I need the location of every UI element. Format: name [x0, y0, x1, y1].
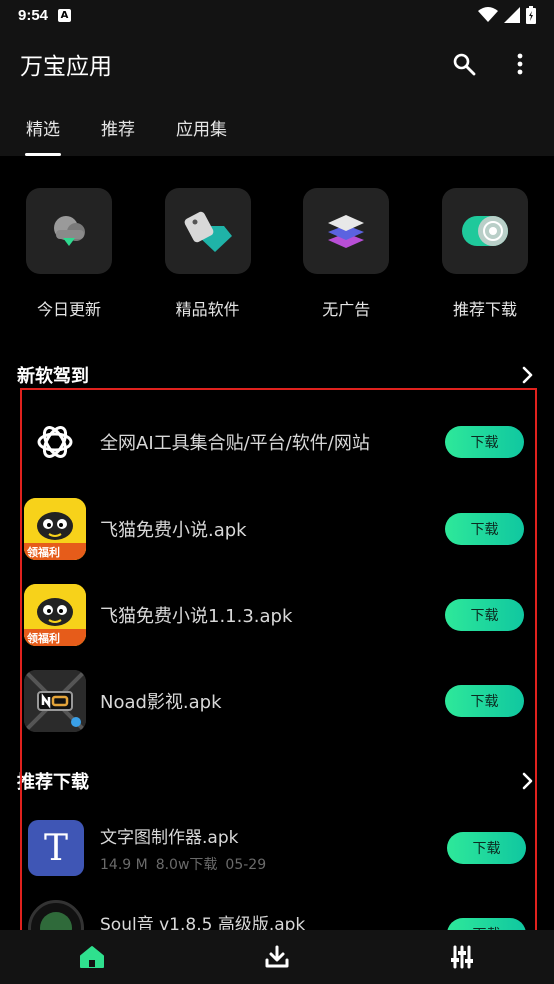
app-name: 飞猫免费小说1.1.3.apk [100, 606, 293, 627]
nav-downloads-button[interactable] [263, 943, 291, 971]
openai-logo-icon [37, 426, 73, 458]
app-name: 飞猫免费小说.apk [100, 520, 247, 541]
category-tile [164, 188, 251, 274]
layers-icon [328, 215, 365, 248]
text-logo-icon: T [43, 827, 68, 869]
app-icon: 领福利 [24, 498, 86, 560]
section-title: 推荐下载 [17, 772, 89, 793]
bottom-navigation [0, 930, 554, 984]
category-tile [441, 188, 528, 274]
app-size: 14.9 M [100, 856, 148, 873]
download-tray-icon [265, 945, 289, 968]
nav-manage-button[interactable] [448, 943, 476, 971]
list-item[interactable]: Soul音 v1.8.5 高级版.apk 下载 [28, 900, 526, 930]
app-downloads: 8.0w下载 [155, 856, 218, 873]
cloud-download-icon [54, 216, 85, 246]
download-button[interactable]: 下载 [445, 599, 524, 631]
app-name: Soul音 v1.8.5 高级版.apk [100, 915, 306, 930]
chevron-right-icon[interactable] [522, 366, 534, 384]
nav-home-button[interactable] [78, 943, 106, 971]
more-vert-icon [517, 53, 523, 75]
category-grid: 今日更新 精品软件 无广告 推荐下载 [0, 156, 554, 336]
download-button[interactable]: 下载 [447, 832, 526, 864]
tab-bar: 精选 推荐 应用集 [0, 98, 554, 156]
section-title: 新软驾到 [17, 366, 89, 387]
battery-icon [526, 6, 536, 24]
category-tile [26, 188, 112, 274]
soul-logo-icon [40, 912, 72, 930]
category-label: 精品软件 [175, 300, 240, 319]
list-item[interactable]: Noad影视.apk 下载 [24, 668, 524, 734]
gem-icon [184, 211, 232, 252]
search-icon [453, 53, 476, 76]
more-options-button[interactable] [506, 50, 534, 78]
category-tile [303, 188, 390, 274]
app-date: 05-29 [225, 856, 267, 873]
category-label: 今日更新 [36, 300, 101, 319]
app-badge: 领福利 [27, 546, 60, 559]
category-today-updates[interactable]: 今日更新 [26, 188, 112, 336]
tab-recommended[interactable]: 推荐 [101, 98, 135, 156]
chevron-right-icon[interactable] [522, 772, 534, 790]
tab-app-collections[interactable]: 应用集 [176, 98, 227, 156]
section-header-recommended[interactable]: 推荐下载 [0, 763, 554, 799]
noad-logo-icon [24, 670, 86, 732]
list-item[interactable]: 领福利 飞猫免费小说1.1.3.apk 下载 [24, 582, 524, 648]
notification-icon: A [58, 8, 72, 22]
app-name: Noad影视.apk [100, 692, 222, 713]
sliders-icon [450, 945, 473, 969]
download-button[interactable]: 下载 [447, 918, 526, 930]
status-icons [478, 6, 536, 24]
section-header-new-software[interactable]: 新软驾到 [0, 357, 554, 393]
search-button[interactable] [450, 50, 478, 78]
status-time: 9:54 [18, 6, 49, 24]
app-name: 文字图制作器.apk [100, 827, 239, 848]
app-icon [24, 411, 86, 473]
status-bar: 9:54 A [0, 0, 554, 30]
category-premium-software[interactable]: 精品软件 [164, 188, 251, 336]
download-button[interactable]: 下载 [445, 513, 524, 545]
category-label: 推荐下载 [452, 300, 517, 319]
list-item[interactable]: 全网AI工具集合贴/平台/软件/网站 下载 [24, 409, 524, 475]
app-title: 万宝应用 [20, 54, 112, 80]
app-meta: 14.9 M 8.0w下载 05-29 [100, 854, 447, 874]
app-icon: 领福利 [24, 584, 86, 646]
wifi-icon [478, 7, 498, 22]
list-item[interactable]: 领福利 飞猫免费小说.apk 下载 [24, 496, 524, 562]
app-bar: 万宝应用 [0, 30, 554, 98]
list-item[interactable]: T 文字图制作器.apk 14.9 M 8.0w下载 05-29 下载 [28, 818, 526, 878]
category-recommended-downloads[interactable]: 推荐下载 [441, 188, 528, 336]
download-button[interactable]: 下载 [445, 685, 524, 717]
category-no-ads[interactable]: 无广告 [303, 188, 390, 336]
app-icon [24, 670, 86, 732]
toggle-icon [461, 216, 508, 246]
category-label: 无广告 [322, 300, 371, 319]
signal-icon [504, 7, 520, 23]
home-icon [80, 946, 105, 968]
app-icon: T [28, 820, 84, 876]
tab-featured[interactable]: 精选 [25, 98, 61, 156]
app-icon [28, 900, 84, 930]
app-badge: 领福利 [27, 632, 60, 645]
app-name: 全网AI工具集合贴/平台/软件/网站 [100, 433, 370, 454]
download-button[interactable]: 下载 [445, 426, 524, 458]
